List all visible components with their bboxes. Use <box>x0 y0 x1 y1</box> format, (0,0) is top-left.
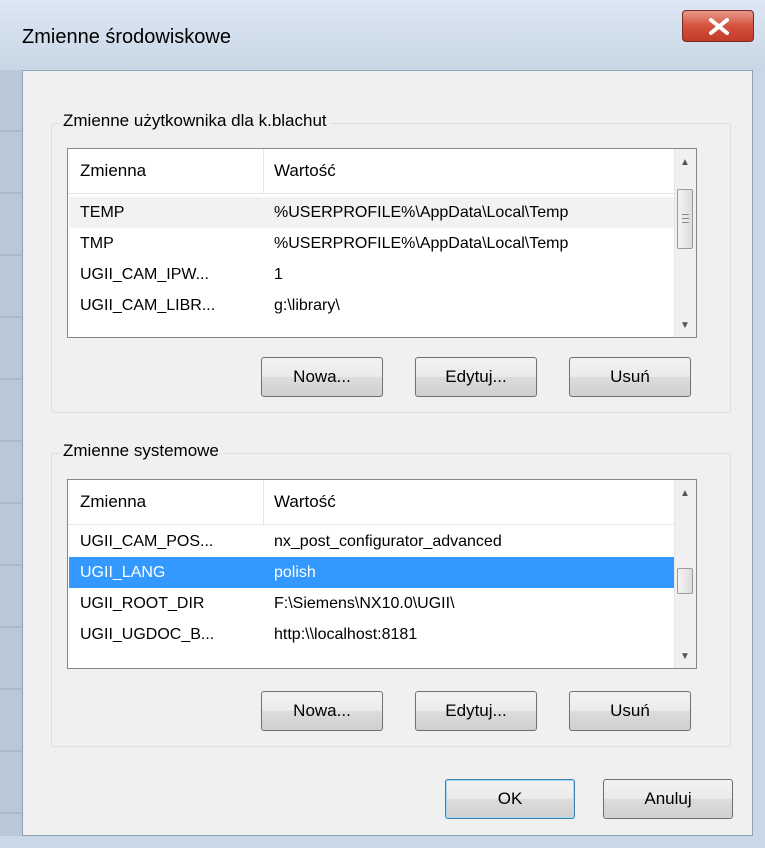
column-separator[interactable] <box>263 149 264 193</box>
variable-value: polish <box>274 564 316 581</box>
dialog-client-area: Zmienne użytkownika dla k.blachut Zmienn… <box>22 70 753 836</box>
scrollbar-thumb[interactable] <box>677 189 693 249</box>
system-list-header: Zmienna Wartość <box>68 480 675 525</box>
environment-variables-dialog: Zmienne środowiskowe Zmienne użytkownika… <box>0 0 765 848</box>
variable-name: UGII_CAM_LIBR... <box>80 297 216 314</box>
list-item[interactable]: UGII_CAM_LIBR... g:\library\ <box>69 290 675 321</box>
user-list-header: Zmienna Wartość <box>68 149 675 194</box>
list-item[interactable]: TEMP %USERPROFILE%\AppData\Local\Temp <box>69 197 675 228</box>
vertical-scrollbar[interactable]: ▲ ▼ <box>674 480 696 668</box>
variable-value: g:\library\ <box>274 297 340 314</box>
system-edit-button[interactable]: Edytuj... <box>415 691 537 731</box>
user-edit-button[interactable]: Edytuj... <box>415 357 537 397</box>
list-item-selected[interactable]: UGII_LANG polish <box>69 557 675 588</box>
variable-value: http:\\localhost:8181 <box>274 626 418 643</box>
variable-value: nx_post_configurator_advanced <box>274 533 502 550</box>
close-icon <box>709 18 729 35</box>
vertical-scrollbar[interactable]: ▲ ▼ <box>674 149 696 337</box>
list-item[interactable]: TMP %USERPROFILE%\AppData\Local\Temp <box>69 228 675 259</box>
window-title: Zmienne środowiskowe <box>22 26 231 48</box>
variable-name: UGII_ROOT_DIR <box>80 595 205 612</box>
variable-name: UGII_CAM_IPW... <box>80 266 209 283</box>
variable-name: TEMP <box>80 204 125 221</box>
column-header-value[interactable]: Wartość <box>274 149 336 193</box>
column-header-variable[interactable]: Zmienna <box>80 480 146 524</box>
cancel-button[interactable]: Anuluj <box>603 779 733 819</box>
scrollbar-thumb[interactable] <box>677 568 693 594</box>
variable-value: F:\Siemens\NX10.0\UGII\ <box>274 595 455 612</box>
user-delete-button[interactable]: Usuń <box>569 357 691 397</box>
system-variables-group-label: Zmienne systemowe <box>59 441 223 461</box>
system-variables-list[interactable]: Zmienna Wartość UGII_CAM_POS... nx_post_… <box>67 479 697 669</box>
list-item[interactable]: UGII_CAM_IPW... 1 <box>69 259 675 290</box>
system-delete-button[interactable]: Usuń <box>569 691 691 731</box>
ok-button[interactable]: OK <box>445 779 575 819</box>
user-variables-group-label: Zmienne użytkownika dla k.blachut <box>59 111 331 131</box>
system-new-button[interactable]: Nowa... <box>261 691 383 731</box>
variable-name: UGII_LANG <box>80 564 166 581</box>
user-variables-list[interactable]: Zmienna Wartość TEMP %USERPROFILE%\AppDa… <box>67 148 697 338</box>
title-bar[interactable]: Zmienne środowiskowe <box>0 0 765 70</box>
variable-name: UGII_UGDOC_B... <box>80 626 215 643</box>
variable-value: %USERPROFILE%\AppData\Local\Temp <box>274 235 569 252</box>
scroll-up-arrow-icon[interactable]: ▲ <box>680 488 690 499</box>
scroll-down-arrow-icon[interactable]: ▼ <box>680 651 690 662</box>
list-item[interactable]: UGII_ROOT_DIR F:\Siemens\NX10.0\UGII\ <box>69 588 675 619</box>
scroll-up-arrow-icon[interactable]: ▲ <box>680 157 690 168</box>
list-item[interactable]: UGII_UGDOC_B... http:\\localhost:8181 <box>69 619 675 650</box>
close-button[interactable] <box>682 10 754 42</box>
variable-value: %USERPROFILE%\AppData\Local\Temp <box>274 204 569 221</box>
column-header-value[interactable]: Wartość <box>274 480 336 524</box>
window-frame-bottom <box>0 836 765 848</box>
scroll-down-arrow-icon[interactable]: ▼ <box>680 320 690 331</box>
window-frame-left <box>0 70 22 848</box>
variable-value: 1 <box>274 266 283 283</box>
column-header-variable[interactable]: Zmienna <box>80 149 146 193</box>
list-item[interactable]: UGII_CAM_POS... nx_post_configurator_adv… <box>69 526 675 557</box>
variable-name: TMP <box>80 235 114 252</box>
variable-name: UGII_CAM_POS... <box>80 533 214 550</box>
column-separator[interactable] <box>263 480 264 524</box>
user-new-button[interactable]: Nowa... <box>261 357 383 397</box>
